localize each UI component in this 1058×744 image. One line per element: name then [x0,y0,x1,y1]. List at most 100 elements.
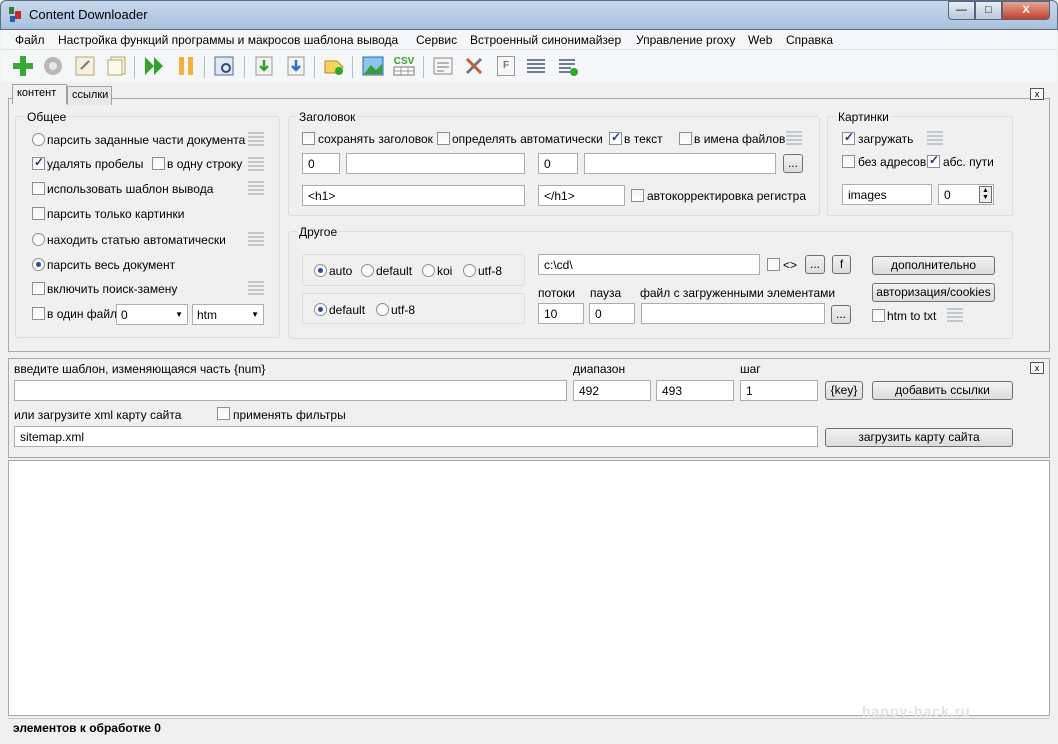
list-add-icon[interactable] [556,54,580,78]
one-line-checkbox[interactable] [152,157,165,170]
step-input[interactable]: 1 [740,380,818,401]
spin-arrows-icon[interactable]: ▲ ▼ [979,186,992,203]
menu-proxy[interactable]: Управление proxy [636,33,735,47]
list-icon[interactable] [927,131,943,145]
copy-icon[interactable] [105,54,129,78]
import-icon[interactable] [252,54,276,78]
list-icon[interactable] [248,232,264,246]
maximize-button[interactable]: □ [975,1,1002,20]
parse-whole-radio[interactable] [32,258,45,271]
htm-to-txt-checkbox[interactable] [872,309,885,322]
images-folder-input[interactable]: images [842,184,932,205]
menu-web[interactable]: Web [748,33,772,47]
tags-checkbox[interactable] [767,258,780,271]
menu-help[interactable]: Справка [786,33,833,47]
heading-start-offset-input[interactable]: 0 [302,153,340,174]
image-icon[interactable] [361,54,385,78]
menu-settings[interactable]: Настройка функций программы и макросов ш… [58,33,398,47]
edit-file-icon[interactable] [73,54,97,78]
sitemap-input[interactable]: sitemap.xml [14,426,818,447]
f-button[interactable]: f [832,255,851,274]
url-template-input[interactable] [14,380,567,401]
remove-spaces-checkbox[interactable] [32,155,45,170]
more-button[interactable]: дополнительно [872,256,995,275]
abs-paths-checkbox[interactable] [927,153,940,168]
enc-auto-radio[interactable] [314,264,327,277]
to-filenames-label: в имена файлов [694,132,786,146]
add-links-button[interactable]: добавить ссылки [872,381,1013,400]
tag-icon[interactable] [322,54,346,78]
search-replace-checkbox[interactable] [32,282,45,295]
output-path-input[interactable]: c:\cd\ [538,254,760,275]
browse-button[interactable]: ... [783,154,803,173]
heading-start-input[interactable] [346,153,525,174]
preview-icon[interactable] [212,54,236,78]
start-tag-input[interactable]: <h1> [302,185,525,206]
other-title: Другое [297,225,340,239]
play-icon[interactable] [142,54,166,78]
download-icon[interactable] [284,54,308,78]
save-heading-checkbox[interactable] [302,132,315,145]
form-icon[interactable] [431,54,455,78]
items-list[interactable] [8,460,1050,716]
menu-service[interactable]: Сервис [416,33,457,47]
threads-input[interactable]: 10 [538,303,584,324]
to-filenames-checkbox[interactable] [679,132,692,145]
heading-end-offset-input[interactable]: 0 [538,153,578,174]
list-icon[interactable] [947,308,963,322]
to-text-checkbox[interactable] [609,130,622,145]
load-sitemap-button[interactable]: загрузить карту сайта [825,428,1013,447]
list-icon[interactable] [248,281,264,295]
menu-file[interactable]: Файл [15,33,45,47]
minimize-button[interactable]: — [948,1,975,20]
list-icon[interactable] [524,54,548,78]
close-links-panel-button[interactable]: x [1030,362,1044,374]
out-utf8-radio[interactable] [376,303,389,316]
tab-links[interactable]: ссылки [67,86,112,105]
auth-cookies-button[interactable]: авторизация/cookies [872,283,995,302]
only-images-checkbox[interactable] [32,207,45,220]
list-icon[interactable] [786,131,802,145]
apply-filters-checkbox[interactable] [217,407,230,420]
list-icon[interactable] [248,157,264,171]
close-panel-button[interactable]: x [1030,88,1044,100]
key-button[interactable]: {key} [825,381,863,400]
file-select[interactable]: 0 [116,304,188,325]
tab-content[interactable]: контент [12,84,67,104]
gear-icon[interactable] [41,54,65,78]
list-icon[interactable] [248,132,264,146]
enc-koi-radio[interactable] [422,264,435,277]
extension-select[interactable]: htm [192,304,264,325]
use-template-checkbox[interactable] [32,182,45,195]
menu-bar: Файл Настройка функций программы и макро… [1,30,1057,50]
menu-synonymizer[interactable]: Встроенный синонимайзер [470,33,621,47]
end-tag-input[interactable]: </h1> [538,185,625,206]
find-article-radio[interactable] [32,233,45,246]
parse-parts-radio[interactable] [32,133,45,146]
pause-input[interactable]: 0 [589,303,635,324]
enc-utf8-label: utf-8 [478,264,503,278]
enc-utf8-radio[interactable] [463,264,476,277]
add-icon[interactable] [11,54,35,78]
heading-end-input[interactable] [584,153,776,174]
range-to-input[interactable]: 493 [656,380,734,401]
tools-icon[interactable] [462,54,486,78]
no-addresses-checkbox[interactable] [842,155,855,168]
list-icon[interactable] [248,181,264,195]
toolbar: CSV F [1,50,1057,82]
range-from-input[interactable]: 492 [573,380,651,401]
loaded-file-input[interactable] [641,303,825,324]
download-images-checkbox[interactable] [842,130,855,145]
enc-default-radio[interactable] [361,264,374,277]
out-default-radio[interactable] [314,303,327,316]
pause-icon[interactable] [174,54,198,78]
auto-detect-checkbox[interactable] [437,132,450,145]
f-file-icon[interactable]: F [494,54,518,78]
browse-path-button[interactable]: ... [805,255,825,274]
csv-icon[interactable]: CSV [392,54,416,78]
one-file-checkbox[interactable] [32,307,45,320]
no-addresses-label: без адресов [858,155,927,169]
browse-file-button[interactable]: ... [831,305,851,324]
close-window-button[interactable]: X [1002,1,1050,20]
autocorrect-checkbox[interactable] [631,189,644,202]
